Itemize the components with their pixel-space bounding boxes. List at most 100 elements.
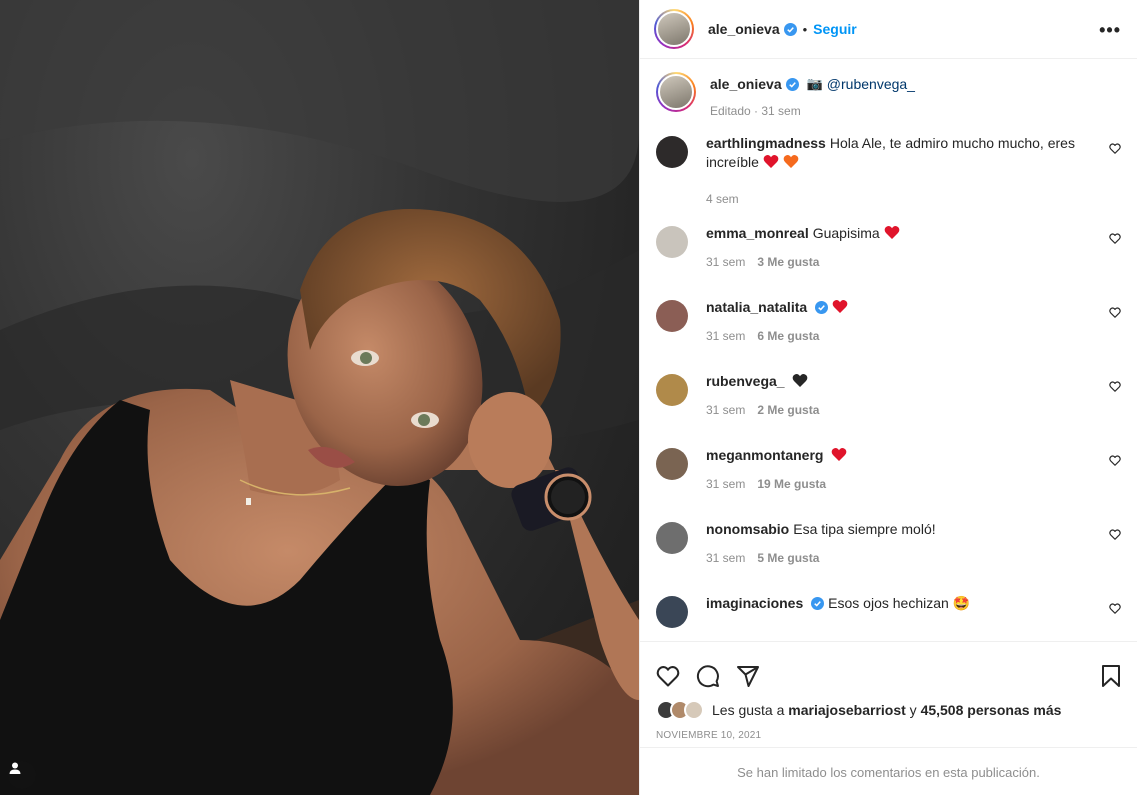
share-button[interactable] — [736, 665, 760, 687]
commenter-avatar[interactable] — [656, 448, 688, 480]
comment-row: emma_monrealGuapisima #e0142b31 sem3 Me … — [656, 224, 1121, 298]
heart-emoji-icon — [763, 154, 779, 168]
verified-badge-icon — [783, 22, 797, 36]
post-caption: ale_onieva 📷 @rubenvega_ Editado · 31 se… — [656, 60, 1121, 134]
comment-likes[interactable]: 3 Me gusta — [757, 255, 819, 269]
comment-meta: 31 sem 5 Me gusta — [706, 551, 1091, 565]
caption-meta: Editado · 31 sem — [710, 104, 801, 118]
comments-list[interactable]: ale_onieva 📷 @rubenvega_ Editado · 31 se… — [640, 60, 1137, 641]
commenter-avatar[interactable] — [656, 522, 688, 554]
likes-others[interactable]: 45,508 personas más — [921, 702, 1062, 718]
comment-meta: 31 sem 3 Me gusta — [706, 255, 1091, 269]
comment-emoji: 🤩 — [952, 595, 971, 611]
heart-outline-icon — [1109, 381, 1121, 392]
comment-time[interactable]: 31 sem — [706, 477, 745, 491]
comment-button[interactable] — [696, 664, 720, 688]
liker-avatars — [656, 700, 704, 720]
heart-emoji-icon — [832, 299, 848, 313]
comment-bubble-icon — [696, 665, 719, 688]
caption-avatar[interactable] — [656, 72, 696, 112]
comment-like-button[interactable] — [1109, 142, 1121, 157]
comment-time[interactable]: 31 sem — [706, 551, 745, 565]
likes-first-user[interactable]: mariajosebarriost — [788, 702, 906, 718]
comment-likes[interactable]: 19 Me gusta — [757, 477, 826, 491]
verified-badge-icon — [785, 77, 799, 91]
heart-outline-icon — [1109, 143, 1121, 154]
comment-like-button[interactable] — [1109, 602, 1121, 617]
heart-outline-icon — [656, 666, 680, 687]
comment-time[interactable]: 31 sem — [706, 255, 745, 269]
comment-likes[interactable]: 6 Me gusta — [757, 329, 819, 343]
comments-limited-notice: Se han limitado los comentarios en esta … — [640, 747, 1137, 795]
heart-outline-icon — [1109, 455, 1121, 466]
post-actions: Les gusta a mariajosebarriost y 45,508 p… — [640, 641, 1137, 795]
user-icon — [9, 762, 21, 774]
follow-button[interactable]: Seguir — [813, 21, 857, 37]
comment-meta: 31 sem 2 Me gusta — [706, 403, 1091, 417]
likes-prefix: Les gusta a — [712, 702, 785, 718]
heart-outline-icon — [1109, 233, 1121, 244]
comment-like-button[interactable] — [1109, 528, 1121, 543]
heart-outline-icon — [1109, 603, 1121, 614]
separator-dot: • — [802, 21, 808, 37]
likes-connector: y — [909, 702, 917, 718]
comment-row: rubenvega_ #26262631 sem2 Me gusta — [656, 372, 1121, 446]
post-photo[interactable] — [0, 0, 639, 795]
heart-emoji-icon — [793, 373, 808, 387]
comment-likes[interactable]: 5 Me gusta — [757, 551, 819, 565]
comment-likes[interactable]: 2 Me gusta — [757, 403, 819, 417]
heart-emoji-icon — [884, 225, 899, 239]
paper-plane-icon — [737, 666, 759, 687]
author-username[interactable]: ale_onieva — [708, 21, 780, 37]
caption-username[interactable]: ale_onieva — [710, 76, 782, 92]
comment-text: Esos ojos hechizan — [828, 595, 949, 611]
comment-time[interactable]: 31 sem — [706, 329, 745, 343]
comment-text: Esa tipa siempre moló! — [793, 521, 936, 537]
comment-like-button[interactable] — [1109, 232, 1121, 247]
commenter-username[interactable]: imaginaciones — [706, 595, 803, 611]
comment-meta: 4 sem — [706, 192, 1091, 206]
commenter-username[interactable]: earthlingmadness — [706, 135, 826, 151]
comment-meta: 31 sem 19 Me gusta — [706, 477, 1091, 491]
commenter-username[interactable]: natalia_natalita — [706, 299, 807, 315]
commenter-avatar[interactable] — [656, 136, 688, 168]
post-date[interactable]: NOVIEMBRE 10, 2021 — [640, 730, 1137, 741]
comment-row: nonomsabio Esa tipa siempre moló! 31 sem 5 … — [656, 520, 1121, 594]
comment-row: imaginaciones Esos ojos hechizan 🤩 — [656, 594, 1121, 634]
heart-emoji-icon — [832, 447, 847, 461]
bookmark-icon — [1102, 665, 1120, 687]
save-button[interactable] — [1101, 665, 1121, 687]
commenter-avatar[interactable] — [656, 226, 688, 258]
heart-outline-icon — [1109, 529, 1121, 540]
commenter-avatar[interactable] — [656, 300, 688, 332]
author-avatar[interactable] — [654, 9, 694, 49]
comment-row: meganmontanerg #e0142b31 sem19 Me gusta — [656, 446, 1121, 520]
comment-like-button[interactable] — [1109, 306, 1121, 321]
commenter-avatar[interactable] — [656, 374, 688, 406]
comment-time[interactable]: 4 sem — [706, 192, 739, 206]
commenter-username[interactable]: nonomsabio — [706, 521, 789, 537]
comment-like-button[interactable] — [1109, 380, 1121, 395]
commenter-username[interactable]: rubenvega_ — [706, 373, 785, 389]
comment-meta: 31 sem 6 Me gusta — [706, 329, 1091, 343]
commenter-avatar[interactable] — [656, 596, 688, 628]
comment-row: earthlingmadness Hola Ale, te admiro much… — [656, 134, 1121, 224]
comment-like-button[interactable] — [1109, 454, 1121, 469]
portrait-illustration — [0, 0, 639, 795]
comment-row: natalia_natalita #e0142b31 sem6 Me gusta — [656, 298, 1121, 372]
comment-time[interactable]: 31 sem — [706, 403, 745, 417]
commenter-username[interactable]: emma_monreal — [706, 225, 809, 241]
liker-avatar — [684, 700, 704, 720]
tagged-users-button[interactable] — [8, 761, 36, 789]
comment-text: Guapisima — [812, 225, 880, 241]
commenter-username[interactable]: meganmontanerg — [706, 447, 823, 463]
like-button[interactable] — [656, 665, 680, 687]
verified-badge-icon — [815, 301, 829, 314]
camera-emoji: 📷 — [806, 76, 823, 91]
more-options-button[interactable]: ••• — [1099, 20, 1121, 41]
post-sidebar: ale_onieva • Seguir ••• ale_onieva 📷 @ru… — [639, 0, 1137, 795]
heart-emoji-icon — [783, 154, 799, 168]
heart-outline-icon — [1109, 307, 1121, 318]
caption-mention-link[interactable]: @rubenvega_ — [827, 76, 915, 92]
likes-summary[interactable]: Les gusta a mariajosebarriost y 45,508 p… — [640, 698, 1137, 722]
